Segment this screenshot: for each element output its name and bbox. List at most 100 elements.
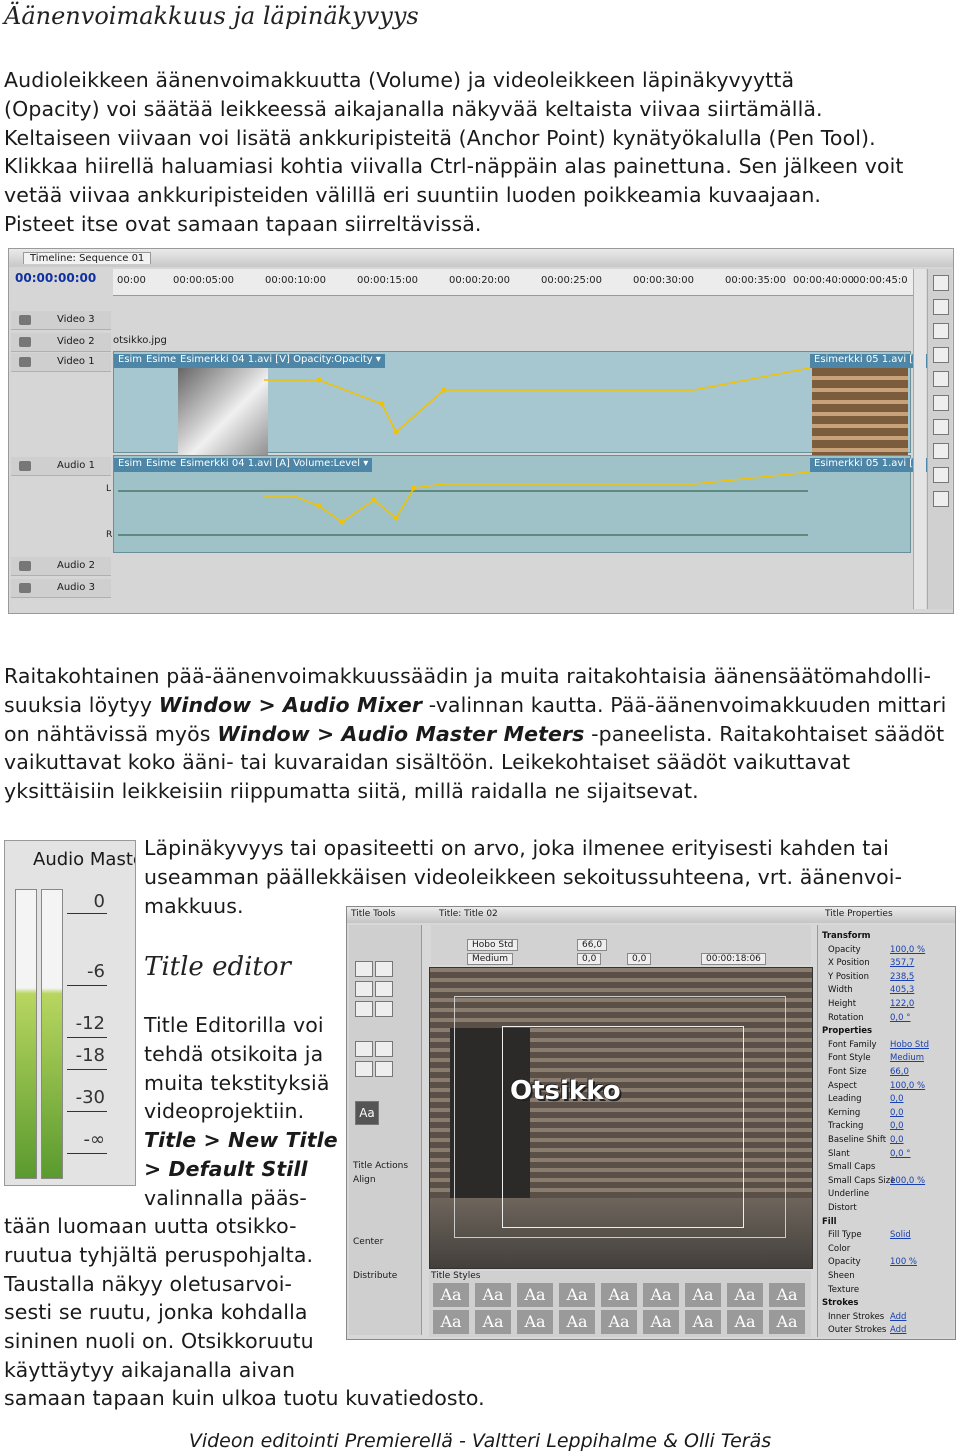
track-header-audio2[interactable]: Audio 2 xyxy=(11,557,111,576)
property-value[interactable]: Hobo Std xyxy=(890,1040,929,1050)
volume-keyframe-line[interactable] xyxy=(114,456,910,552)
property-row[interactable]: Font Style Medium xyxy=(822,1053,952,1065)
title-style-swatch[interactable]: Aa xyxy=(517,1283,553,1307)
timeline-tab[interactable]: Timeline: Sequence 01 xyxy=(23,252,152,264)
sample-icon[interactable]: Aa xyxy=(355,1101,379,1125)
slip-tool-icon[interactable] xyxy=(933,419,949,435)
track-select-tool-icon[interactable] xyxy=(933,299,949,315)
rolling-edit-tool-icon[interactable] xyxy=(933,347,949,363)
property-row[interactable]: Rotation 0,0 ° xyxy=(822,1013,952,1025)
property-value[interactable]: Solid xyxy=(890,1230,911,1240)
title-style-swatch[interactable]: Aa xyxy=(727,1283,763,1307)
razor-tool-icon[interactable] xyxy=(933,395,949,411)
property-value[interactable]: Add xyxy=(890,1325,906,1335)
rounded-rect-tool-icon[interactable] xyxy=(375,1041,393,1057)
property-value[interactable]: 357,7 xyxy=(890,958,914,968)
track-header-audio3[interactable]: Audio 3 xyxy=(11,579,111,598)
timeline-scrollbar[interactable] xyxy=(913,269,926,609)
ellipse-tool-icon[interactable] xyxy=(355,1061,373,1077)
property-row[interactable]: Strokes xyxy=(822,1298,952,1310)
speaker-icon[interactable] xyxy=(19,583,31,593)
opacity-keyframe-line[interactable] xyxy=(114,352,910,452)
property-row[interactable]: Outer Strokes Add xyxy=(822,1325,952,1337)
line-tool-icon[interactable] xyxy=(375,1061,393,1077)
title-style-swatch[interactable]: Aa xyxy=(559,1283,595,1307)
property-value[interactable]: Add xyxy=(890,1312,906,1322)
property-value[interactable]: 0,0 xyxy=(890,1121,904,1131)
anchor-tool-icon[interactable] xyxy=(375,1001,393,1017)
path-text-tool-icon[interactable] xyxy=(375,981,393,997)
title-style-swatch[interactable]: Aa xyxy=(475,1283,511,1307)
property-value[interactable]: Medium xyxy=(890,1053,924,1063)
kerning-field[interactable]: 0,0 xyxy=(577,953,602,965)
title-style-swatch[interactable]: Aa xyxy=(601,1283,637,1307)
title-style-swatch[interactable]: Aa xyxy=(643,1283,679,1307)
property-row[interactable]: Properties xyxy=(822,1026,952,1038)
title-canvas[interactable]: Otsikko xyxy=(429,967,813,1269)
property-value[interactable]: 100,0 % xyxy=(890,1081,925,1091)
property-row[interactable]: Distort xyxy=(822,1203,952,1215)
property-row[interactable]: Opacity 100,0 % xyxy=(822,945,952,957)
property-row[interactable]: Font Family Hobo Std xyxy=(822,1040,952,1052)
property-row[interactable]: Small Caps xyxy=(822,1162,952,1174)
property-value[interactable]: 0,0 xyxy=(890,1135,904,1145)
property-value[interactable]: 0,0 xyxy=(890,1094,904,1104)
title-style-swatch[interactable]: Aa xyxy=(685,1310,721,1334)
audio1-clips[interactable]: Esim Esimerk Esimerkki 04 1.avi [A] Volu… xyxy=(106,455,928,553)
video1-clips[interactable]: Esim Esimerk Esimerkki 04 1.avi [V] Opac… xyxy=(113,351,928,460)
property-row[interactable]: Inner Strokes Add xyxy=(822,1312,952,1324)
leading-field[interactable]: 0,0 xyxy=(627,953,652,965)
zoom-tool-icon[interactable] xyxy=(933,491,949,507)
pen-tool-icon[interactable] xyxy=(355,1001,373,1017)
property-row[interactable]: Slant 0,0 ° xyxy=(822,1149,952,1161)
title-style-swatch[interactable]: Aa xyxy=(769,1283,805,1307)
title-style-swatch[interactable]: Aa xyxy=(685,1283,721,1307)
property-value[interactable]: 66,0 xyxy=(890,1067,909,1077)
title-style-swatch[interactable]: Aa xyxy=(475,1310,511,1334)
property-value[interactable]: 0,0 xyxy=(890,1108,904,1118)
eye-icon[interactable] xyxy=(19,357,31,367)
property-row[interactable]: Y Position 238,5 xyxy=(822,972,952,984)
track-header-video3[interactable]: Video 3 xyxy=(11,311,111,330)
eye-icon[interactable] xyxy=(19,337,31,347)
track-header-video1[interactable]: Video 1 xyxy=(11,353,111,372)
property-value[interactable]: 238,5 xyxy=(890,972,914,982)
selection-tool-icon[interactable] xyxy=(933,275,949,291)
property-row[interactable]: Width 405,3 xyxy=(822,985,952,997)
property-value[interactable]: 405,3 xyxy=(890,985,914,995)
timecode-readout[interactable]: 00:00:00:00 xyxy=(15,271,96,285)
property-row[interactable]: Aspect 100,0 % xyxy=(822,1081,952,1093)
property-row[interactable]: Texture xyxy=(822,1285,952,1297)
clip-otsikko[interactable]: otsikko.jpg xyxy=(113,335,167,346)
title-style-swatch[interactable]: Aa xyxy=(433,1310,469,1334)
property-value[interactable]: 100,0 % xyxy=(890,945,925,955)
property-row[interactable]: Leading 0,0 xyxy=(822,1094,952,1106)
property-row[interactable]: Underline xyxy=(822,1189,952,1201)
property-row[interactable]: Small Caps Size 100,0 % xyxy=(822,1176,952,1188)
property-row[interactable]: Font Size 66,0 xyxy=(822,1067,952,1079)
selection-box[interactable] xyxy=(502,1026,744,1228)
property-row[interactable]: Transform xyxy=(822,931,952,943)
title-style-swatch[interactable]: Aa xyxy=(559,1310,595,1334)
property-row[interactable]: Fill Type Solid xyxy=(822,1230,952,1242)
canvas-title-text[interactable]: Otsikko xyxy=(510,1076,621,1106)
property-row[interactable]: Opacity 100 % xyxy=(822,1257,952,1269)
title-style-swatch[interactable]: Aa xyxy=(727,1310,763,1334)
property-row[interactable]: Height 122,0 xyxy=(822,999,952,1011)
title-style-swatch[interactable]: Aa xyxy=(643,1310,679,1334)
speaker-icon[interactable] xyxy=(19,561,31,571)
title-style-swatch[interactable]: Aa xyxy=(433,1283,469,1307)
track-header-audio1[interactable]: Audio 1 xyxy=(11,457,111,476)
property-value[interactable]: 100 % xyxy=(890,1257,917,1267)
property-value[interactable]: 122,0 xyxy=(890,999,914,1009)
speaker-icon[interactable] xyxy=(19,461,31,471)
rate-stretch-tool-icon[interactable] xyxy=(933,371,949,387)
property-row[interactable]: Sheen xyxy=(822,1271,952,1283)
title-style-swatch[interactable]: Aa xyxy=(517,1310,553,1334)
property-row[interactable]: X Position 357,7 xyxy=(822,958,952,970)
tab-title[interactable]: Title: Title 02 xyxy=(439,909,498,919)
timecode-field[interactable]: 00:00:18:06 xyxy=(701,953,766,965)
ripple-edit-tool-icon[interactable] xyxy=(933,323,949,339)
property-row[interactable]: Color xyxy=(822,1244,952,1256)
property-row[interactable]: Fill xyxy=(822,1217,952,1229)
